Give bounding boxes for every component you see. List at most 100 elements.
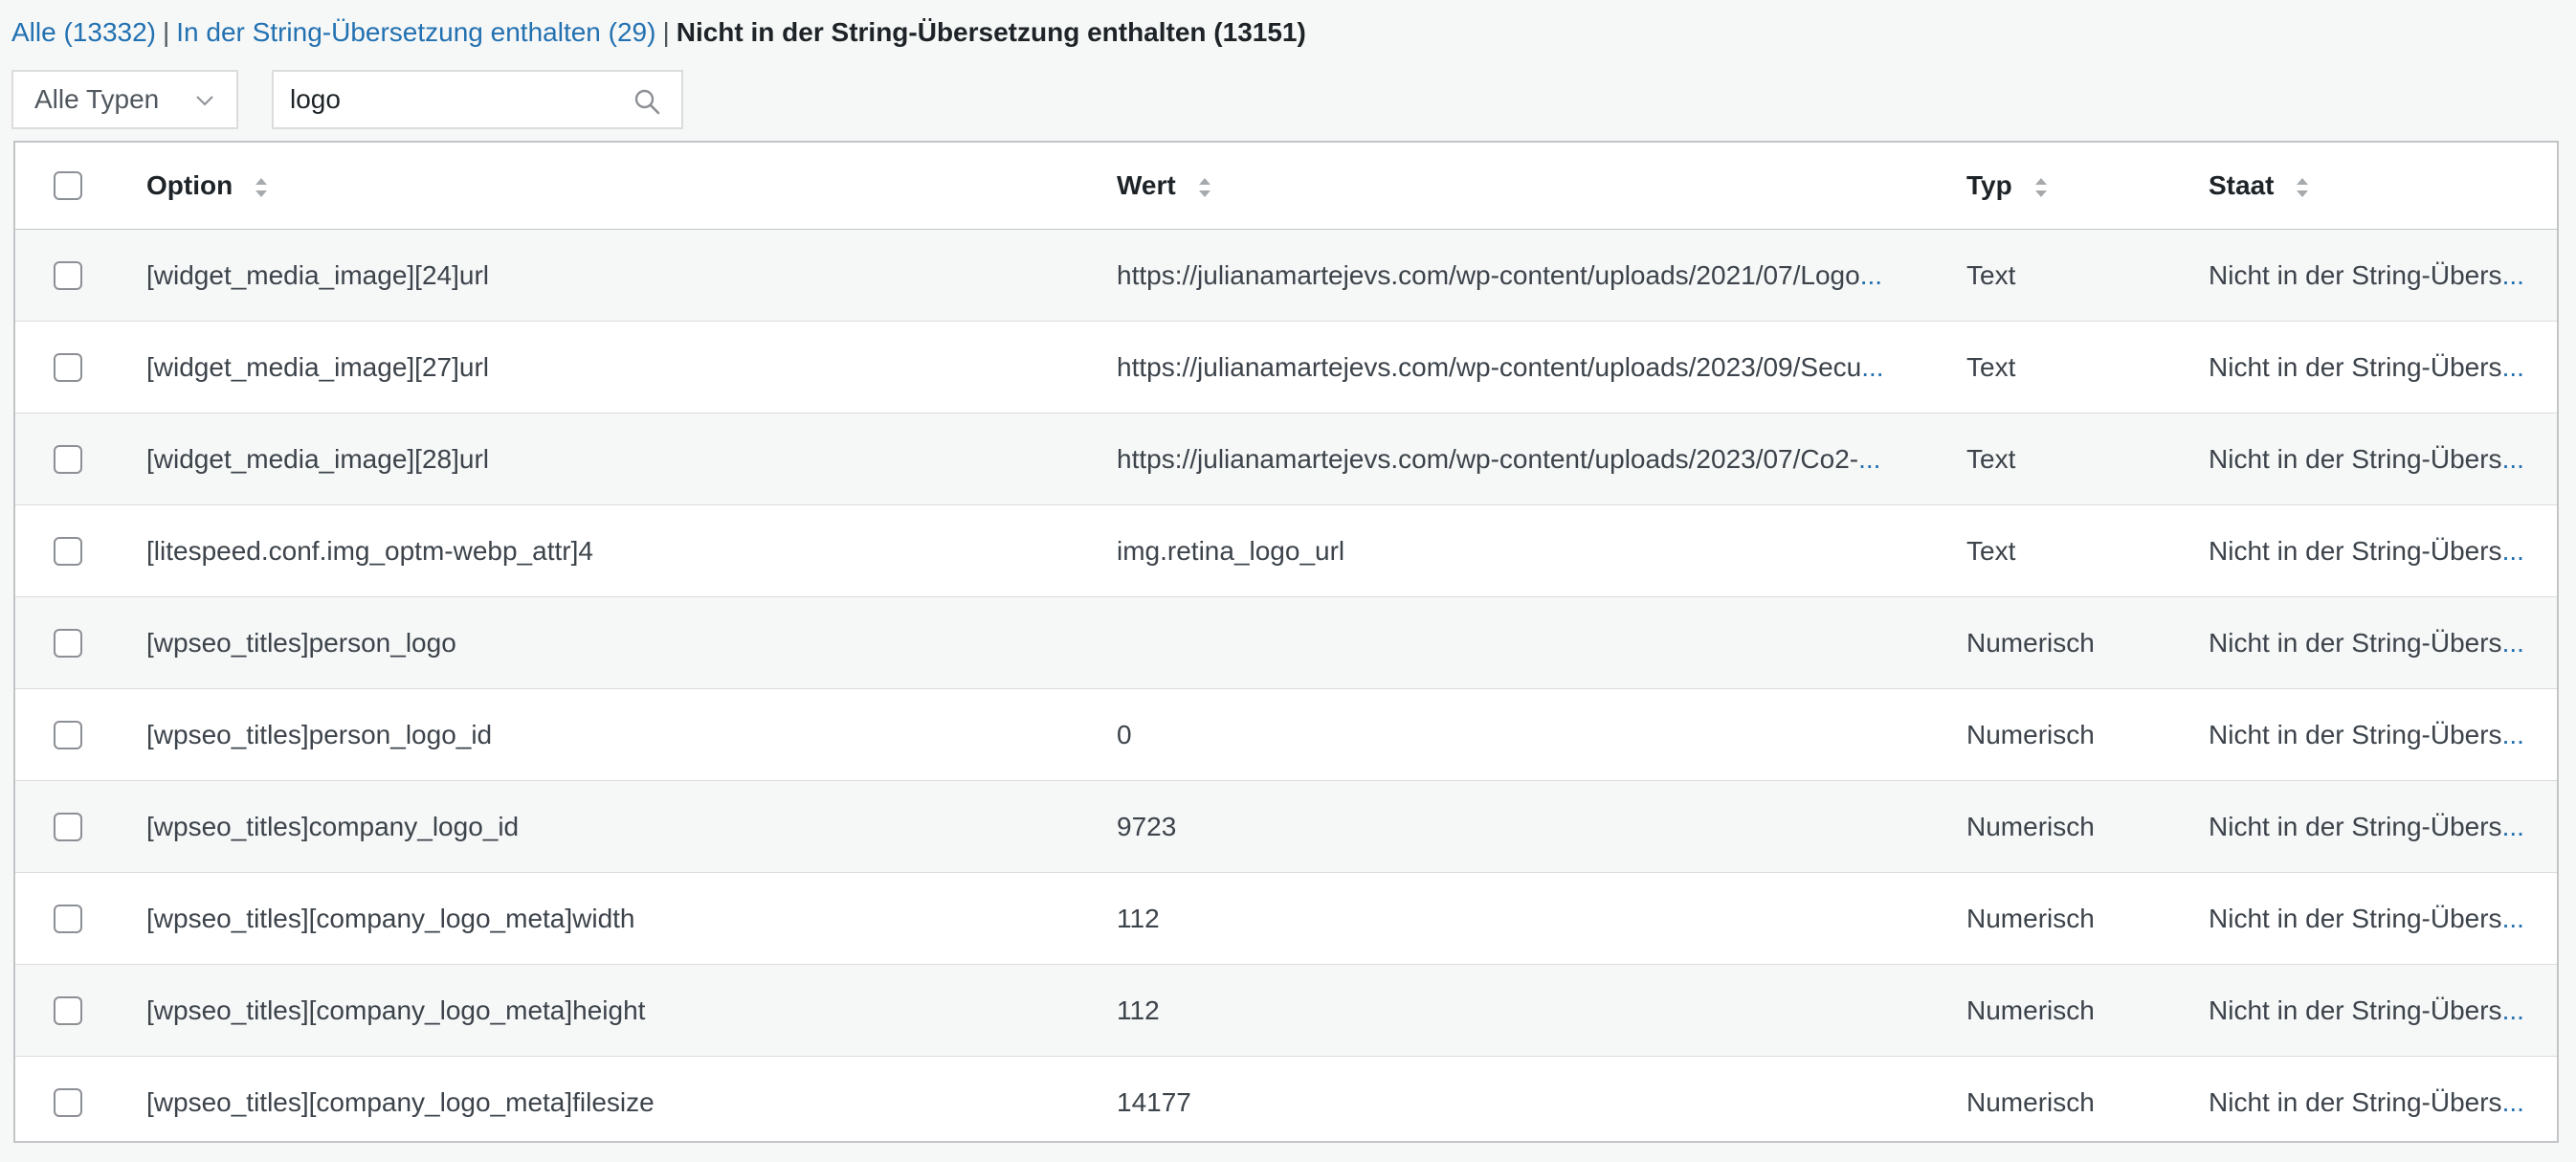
value-text: 112 — [1117, 903, 1160, 933]
option-cell: [wpseo_titles][company_logo_meta]height — [146, 994, 646, 1025]
table-row: [wpseo_titles][company_logo_meta]width 1… — [15, 873, 2557, 965]
status-cell: Nicht in der String-Übers... — [2209, 1057, 2555, 1141]
value-cell: 14177 — [1117, 1057, 1945, 1141]
row-checkbox[interactable] — [54, 352, 82, 382]
status-text: Nicht in der String-Übers — [2209, 535, 2502, 566]
row-checkbox-cell — [54, 413, 84, 504]
value-cell — [1117, 597, 1945, 688]
type-cell: Numerisch — [1966, 719, 2095, 749]
value-cell: https://julianamartejevs.com/wp-content/… — [1117, 413, 1945, 504]
table-row: [litespeed.conf.img_optm-webp_attr]4 img… — [15, 505, 2557, 597]
table-row: [wpseo_titles][company_logo_meta]filesiz… — [15, 1057, 2557, 1141]
option-cell: [wpseo_titles]person_logo_id — [146, 719, 493, 749]
sort-arrows-icon[interactable] — [254, 174, 269, 201]
row-checkbox-cell — [54, 873, 84, 964]
table-row: [wpseo_titles][company_logo_meta]height … — [15, 965, 2557, 1057]
row-checkbox-cell — [54, 505, 84, 596]
type-select-dropdown[interactable]: Alle Typen — [11, 70, 238, 129]
value-cell: img.retina_logo_url — [1117, 505, 1945, 596]
type-cell: Text — [1966, 443, 2016, 474]
row-checkbox[interactable] — [54, 260, 82, 290]
status-cell: Nicht in der String-Übers... — [2209, 322, 2555, 413]
value-text: https://julianamartejevs.com/wp-content/… — [1117, 259, 1860, 290]
value-text: 0 — [1117, 719, 1132, 749]
option-cell: [wpseo_titles][company_logo_meta]filesiz… — [146, 1087, 655, 1117]
column-header-label: Typ — [1966, 170, 2012, 200]
filter-separator: | — [662, 17, 670, 47]
type-select-value: Alle Typen — [34, 84, 160, 114]
status-cell: Nicht in der String-Übers... — [2209, 873, 2555, 964]
sort-arrows-icon[interactable] — [1197, 174, 1212, 201]
row-checkbox[interactable] — [54, 995, 82, 1025]
option-cell: [widget_media_image][28]url — [146, 443, 489, 474]
filter-all-link[interactable]: Alle (13332) — [11, 17, 156, 47]
option-cell: [litespeed.conf.img_optm-webp_attr]4 — [146, 535, 593, 566]
column-header-label: Staat — [2209, 170, 2275, 200]
filter-not-in-translation-current[interactable]: Nicht in der String-Übersetzung enthalte… — [677, 17, 1306, 47]
value-ellipsis: ... — [1859, 259, 1883, 290]
column-header-value[interactable]: Wert — [1117, 143, 1945, 229]
row-checkbox[interactable] — [54, 628, 82, 658]
table-row: [widget_media_image][24]url https://juli… — [15, 230, 2557, 322]
select-all-checkbox[interactable] — [54, 171, 82, 200]
status-cell: Nicht in der String-Übers... — [2209, 597, 2555, 688]
status-text: Nicht in der String-Übers — [2209, 259, 2502, 290]
option-cell: [wpseo_titles]company_logo_id — [146, 811, 520, 841]
status-ellipsis: ... — [2501, 535, 2524, 566]
value-text: 14177 — [1117, 1087, 1191, 1117]
row-checkbox-cell — [54, 965, 84, 1056]
type-cell: Numerisch — [1966, 627, 2095, 658]
status-text: Nicht in der String-Übers — [2209, 351, 2502, 382]
sort-arrows-icon[interactable] — [2033, 174, 2049, 201]
type-cell: Numerisch — [1966, 903, 2095, 933]
row-checkbox[interactable] — [54, 444, 82, 474]
row-checkbox-cell — [54, 322, 84, 413]
status-text: Nicht in der String-Übers — [2209, 903, 2502, 933]
row-checkbox[interactable] — [54, 720, 82, 749]
row-checkbox-cell — [54, 689, 84, 780]
status-ellipsis: ... — [2501, 627, 2524, 658]
value-cell: 9723 — [1117, 781, 1945, 872]
table-row: [widget_media_image][27]url https://juli… — [15, 322, 2557, 413]
type-cell: Numerisch — [1966, 994, 2095, 1025]
column-header-type[interactable]: Typ — [1966, 143, 2187, 229]
status-text: Nicht in der String-Übers — [2209, 627, 2502, 658]
status-cell: Nicht in der String-Übers... — [2209, 413, 2555, 504]
option-cell: [widget_media_image][27]url — [146, 351, 489, 382]
column-header-option[interactable]: Option — [146, 143, 1084, 229]
row-checkbox-cell — [54, 597, 84, 688]
column-header-label: Option — [146, 170, 233, 200]
value-text: img.retina_logo_url — [1117, 535, 1345, 566]
value-ellipsis: ... — [1858, 443, 1881, 474]
header-checkbox-cell — [54, 143, 84, 229]
table-row: [wpseo_titles]person_logo Numerisch Nich… — [15, 597, 2557, 689]
status-ellipsis: ... — [2501, 719, 2524, 749]
search-input[interactable] — [274, 72, 681, 127]
status-cell: Nicht in der String-Übers... — [2209, 965, 2555, 1056]
row-checkbox-cell — [54, 781, 84, 872]
value-cell: 112 — [1117, 965, 1945, 1056]
table-row: [widget_media_image][28]url https://juli… — [15, 413, 2557, 505]
type-cell: Numerisch — [1966, 1087, 2095, 1117]
row-checkbox[interactable] — [54, 904, 82, 933]
status-ellipsis: ... — [2501, 443, 2524, 474]
row-checkbox[interactable] — [54, 1088, 82, 1117]
status-ellipsis: ... — [2501, 811, 2524, 841]
status-ellipsis: ... — [2501, 351, 2524, 382]
column-header-status[interactable]: Staat — [2209, 143, 2555, 229]
value-text: https://julianamartejevs.com/wp-content/… — [1117, 351, 1862, 382]
column-header-label: Wert — [1117, 170, 1176, 200]
row-checkbox[interactable] — [54, 812, 82, 841]
options-table: Option Wert Typ Staat [widget_media_imag… — [13, 141, 2559, 1143]
filter-separator: | — [162, 17, 170, 47]
row-checkbox[interactable] — [54, 536, 82, 566]
filter-in-translation-link[interactable]: In der String-Übersetzung enthalten (29) — [176, 17, 655, 47]
sort-arrows-icon[interactable] — [2295, 174, 2310, 201]
row-checkbox-cell — [54, 1057, 84, 1141]
table-header: Option Wert Typ Staat — [15, 143, 2557, 231]
type-cell: Text — [1966, 351, 2016, 382]
status-text: Nicht in der String-Übers — [2209, 994, 2502, 1025]
search-icon[interactable] — [633, 88, 660, 115]
option-cell: [wpseo_titles]person_logo — [146, 627, 456, 658]
status-cell: Nicht in der String-Übers... — [2209, 781, 2555, 872]
